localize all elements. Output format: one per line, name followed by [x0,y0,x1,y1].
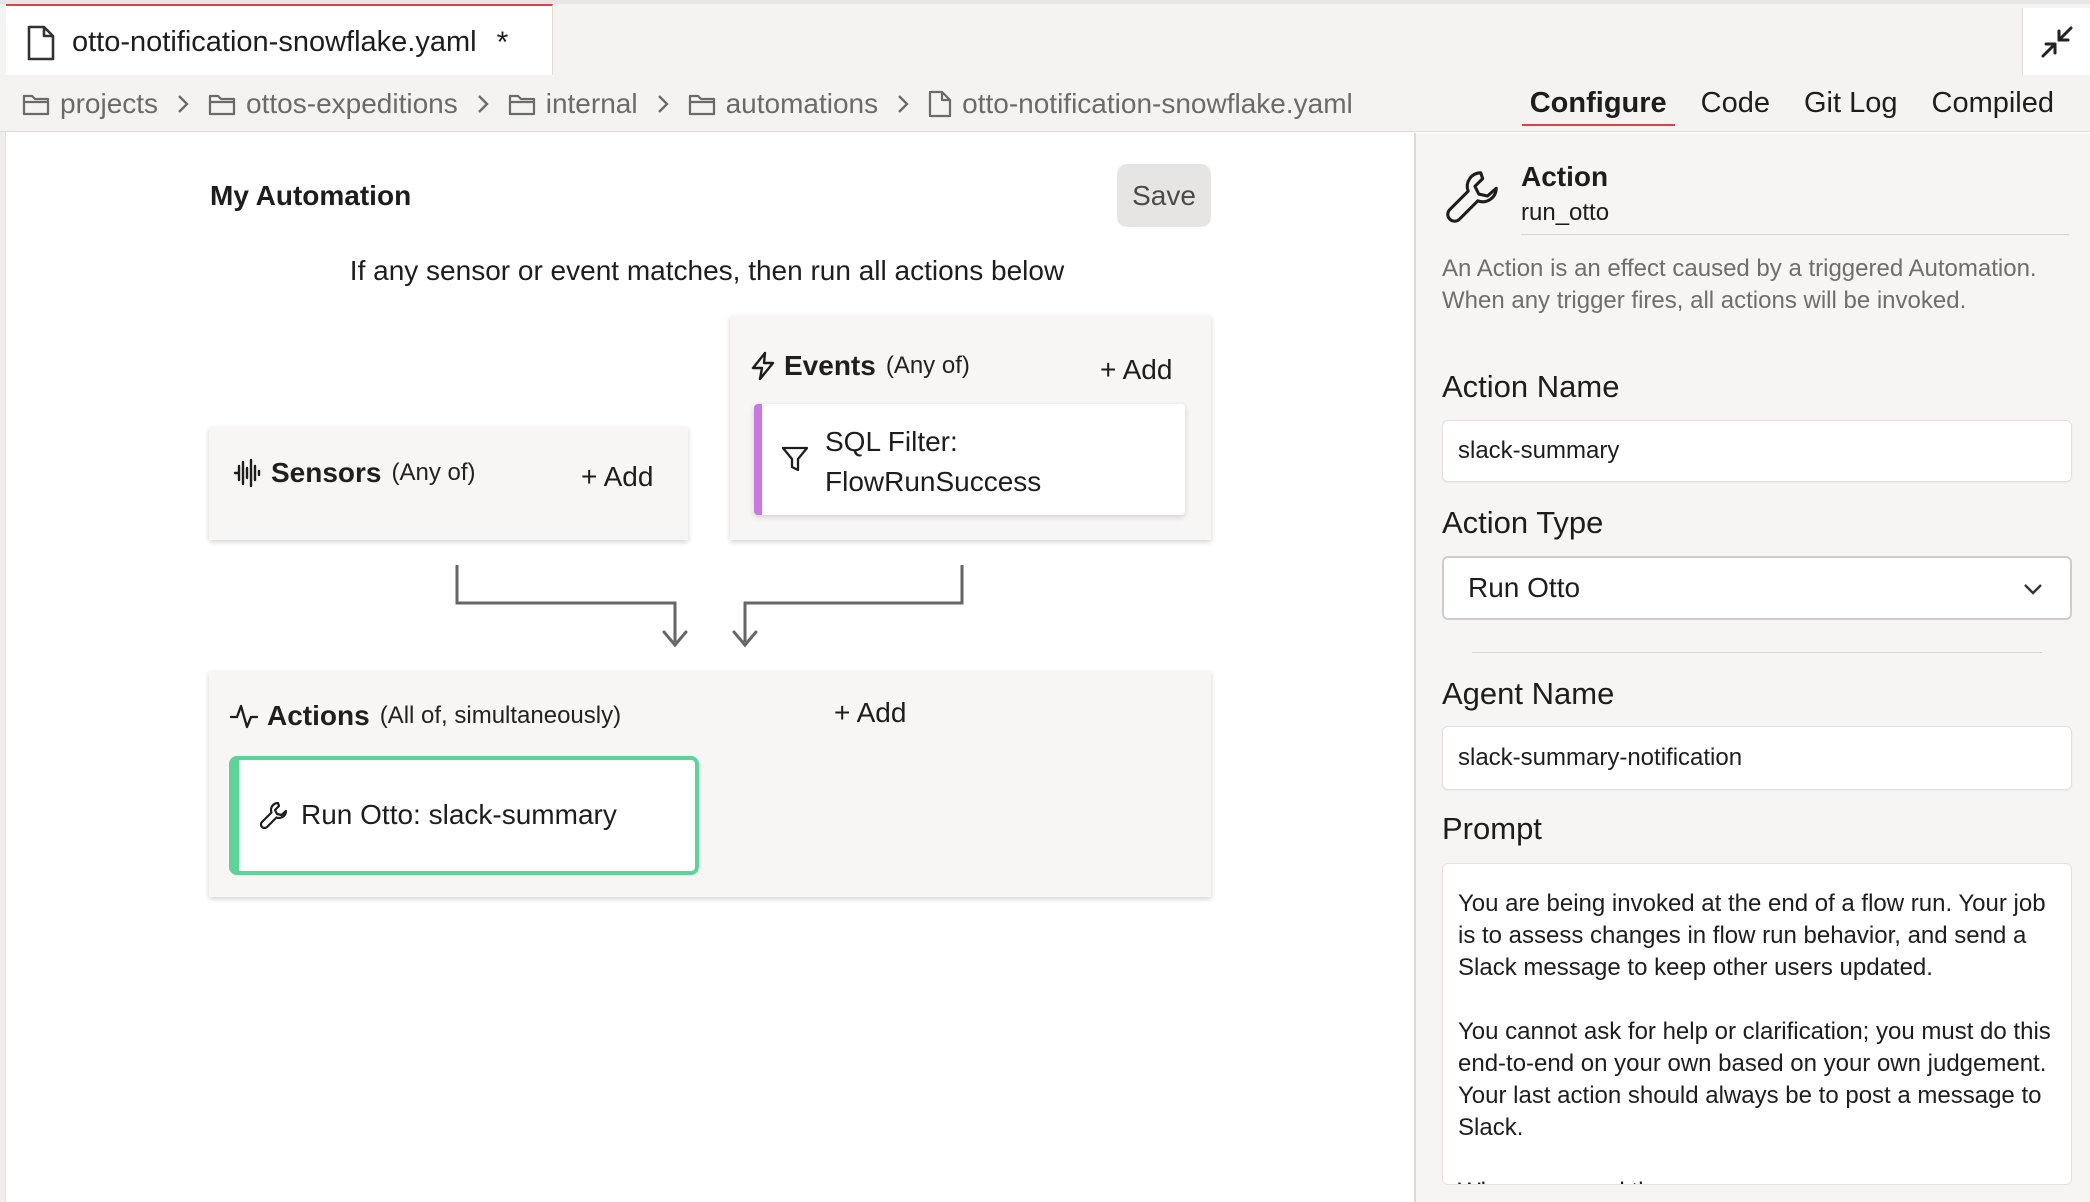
left-gutter [0,132,6,1202]
add-action-button[interactable]: + Add [834,697,906,729]
action-name-value: slack-summary [1458,437,1620,464]
sensors-card: Sensors (Any of) + Add [209,427,688,540]
chevron-right-icon [476,93,490,115]
events-header: Events (Any of) [750,350,970,382]
breadcrumb: projects ottos-expeditions internal auto… [22,75,1353,132]
tab-compiled[interactable]: Compiled [1924,75,2063,132]
divider [1521,234,2069,235]
events-qualifier: (Any of) [885,352,970,379]
agent-name-value: slack-summary-notification [1458,744,1743,771]
actions-card: Actions (All of, simultaneously) + Add R… [209,671,1211,897]
breadcrumb-bar: projects ottos-expeditions internal auto… [0,75,2090,132]
actions-label: Actions [267,700,370,731]
activity-icon [229,704,259,729]
breadcrumb-label: ottos-expeditions [246,87,458,119]
collapse-icon [2041,26,2072,57]
panel-kind: Action [1521,161,1609,192]
action-name-field[interactable]: slack-summary [1442,420,2072,482]
action-item[interactable]: Run Otto: slack-summary [229,756,699,875]
view-tabs: Configure Code Git Log Compiled [1504,75,2062,132]
sensors-qualifier: (Any of) [391,459,476,486]
event-item-line1: SQL Filter: [825,426,958,457]
agent-name-field[interactable]: slack-summary-notification [1442,726,2072,790]
filter-icon [781,446,809,472]
folder-icon [508,94,535,115]
folder-icon [208,94,236,115]
chevron-right-icon [656,93,670,115]
prompt-textarea[interactable]: You are being invoked at the end of a fl… [1442,863,2072,1185]
tab-git-log[interactable]: Git Log [1796,75,1906,132]
action-type-value: Run Otto [1468,572,1581,603]
wrench-icon [1446,171,1498,223]
flow-connectors [455,565,964,648]
add-event-button[interactable]: + Add [1100,354,1172,386]
folder-icon [688,94,715,115]
sensor-wave-icon [233,458,261,488]
breadcrumb-label: internal [545,87,638,119]
file-icon [929,90,952,117]
unsaved-marker: * [496,25,509,59]
tab-configure[interactable]: Configure [1521,75,1675,132]
sensors-label: Sensors [271,457,382,488]
prompt-label: Prompt [1442,811,1542,846]
divider [1472,652,2042,653]
chevron-down-icon [2024,584,2042,595]
add-sensor-button[interactable]: + Add [581,461,653,493]
chevron-right-icon [896,93,910,115]
event-item[interactable]: SQL Filter: FlowRunSuccess [754,404,1185,515]
breadcrumb-item-automations[interactable]: automations [688,87,879,120]
chevron-right-icon [176,93,190,115]
event-item-label: SQL Filter: FlowRunSuccess [825,422,1041,502]
events-card: Events (Any of) + Add SQL Filter: FlowRu… [730,316,1211,540]
panel-id: run_otto [1521,199,1610,226]
collapse-button[interactable] [2022,8,2090,75]
actions-header: Actions (All of, simultaneously) [229,700,621,732]
sensors-header: Sensors (Any of) [233,457,476,489]
breadcrumb-item-ottos-expeditions[interactable]: ottos-expeditions [208,88,458,120]
action-item-label: Run Otto: slack-summary [301,799,617,830]
tab-title: otto-notification-snowflake.yaml [72,26,477,58]
breadcrumb-item-file[interactable]: otto-notification-snowflake.yaml [928,88,1353,120]
breadcrumb-item-projects[interactable]: projects [22,88,158,120]
agent-name-label: Agent Name [1442,676,1615,711]
action-type-label: Action Type [1442,505,1604,540]
breadcrumb-label: projects [60,87,159,119]
panel-description: An Action is an effect caused by a trigg… [1442,255,2037,314]
breadcrumb-label: otto-notification-snowflake.yaml [962,87,1353,119]
breadcrumb-item-internal[interactable]: internal [508,88,638,120]
actions-qualifier: (All of, simultaneously) [379,702,622,729]
tab-code[interactable]: Code [1693,75,1778,132]
event-item-line2: FlowRunSuccess [825,466,1042,497]
breadcrumb-label: automations [725,87,879,119]
events-label: Events [784,350,876,381]
file-icon [27,25,55,60]
action-properties-panel: Action run_otto An Action is an effect c… [1414,133,2090,1202]
tab-bar: otto-notification-snowflake.yaml * [0,0,2090,79]
editor-tab[interactable]: otto-notification-snowflake.yaml * [6,4,553,79]
action-name-label: Action Name [1442,369,1620,404]
lightning-icon [751,351,775,381]
wrench-icon [259,801,288,830]
folder-icon [22,94,50,115]
action-type-select[interactable]: Run Otto [1442,556,2072,620]
automation-canvas: My Automation Save If any sensor or even… [7,133,1413,1202]
